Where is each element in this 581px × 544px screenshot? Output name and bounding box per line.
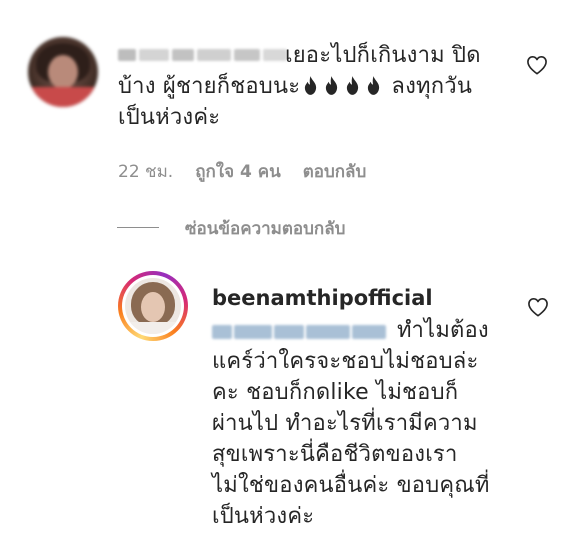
commenter-username-blurred[interactable] <box>118 46 287 64</box>
fire-emoji-icon <box>363 74 384 99</box>
reply-text-line: ไม่ใช่ของคนอื่นค่ะ ขอบคุณที่ <box>212 473 490 498</box>
reply-text-line: แคร์ว่าใครจะชอบไม่ชอบล่ะ <box>212 349 479 374</box>
like-heart-icon[interactable] <box>526 55 548 79</box>
fire-emoji-icon <box>300 74 321 99</box>
reply-text-line: ทำไมต้อง <box>397 318 489 343</box>
mention-username-blurred[interactable] <box>212 322 386 342</box>
reply-button[interactable]: ตอบกลับ <box>303 158 367 185</box>
reply-text-line: เป็นห่วงค่ะ <box>212 504 315 529</box>
comment-text-line: เป็นห่วงค่ะ <box>118 105 221 130</box>
reply-text-line: คะ ชอบก็กดlike ไม่ชอบก็ <box>212 380 459 405</box>
comment-text-line: เยอะไปก็เกินงาม ปิด <box>285 43 481 68</box>
comment-meta: 22 ชม. ถูกใจ 4 คน ตอบกลับ <box>118 158 366 185</box>
replies-divider <box>117 227 159 228</box>
commenter-avatar[interactable] <box>28 37 98 107</box>
hide-replies-button[interactable]: ซ่อนข้อความตอบกลับ <box>185 215 345 242</box>
comment-text-line: บ้าง ผู้ชายก็ชอบนะ ลงทุกวัน <box>118 74 473 99</box>
reply-text-line: ผ่านไป ทำอะไรที่เรามีความ <box>212 411 478 436</box>
reply-text-line: สุขเพราะนี่คือชีวิตของเรา <box>212 442 458 467</box>
comment-timestamp[interactable]: 22 ชม. <box>118 158 173 185</box>
fire-emoji-icon <box>321 74 342 99</box>
fire-emoji-icon <box>342 74 363 99</box>
reply-author-avatar[interactable] <box>118 271 188 341</box>
reply-like-heart-icon[interactable] <box>527 297 549 321</box>
reply-author-username[interactable]: beenamthipofficial <box>212 286 433 310</box>
comment-likes-count[interactable]: ถูกใจ 4 คน <box>195 158 281 185</box>
